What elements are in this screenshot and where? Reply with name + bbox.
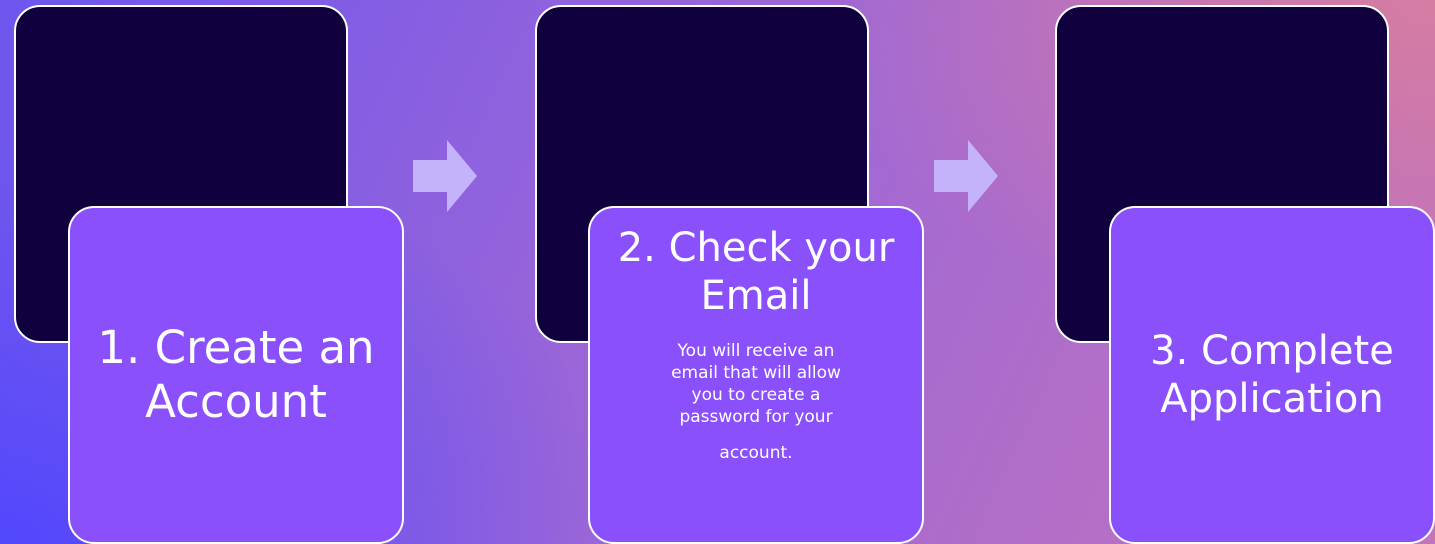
right-arrow-icon xyxy=(413,140,477,212)
step-2-description: You will receive an email that will allo… xyxy=(662,340,850,464)
step-1-card: 1. Create an Account xyxy=(68,206,404,544)
step-2-description-tail: account. xyxy=(719,443,793,464)
step-2-title: 2. Check your Email xyxy=(617,225,895,319)
step-2-description-main: You will receive an email that will allo… xyxy=(671,341,841,428)
step-2-card: 2. Check your Email You will receive an … xyxy=(588,206,924,544)
step-1-title: 1. Create an Account xyxy=(97,321,375,428)
step-3-card: 3. Complete Application xyxy=(1109,206,1435,544)
right-arrow-icon xyxy=(934,140,998,212)
step-3-title: 3. Complete Application xyxy=(1150,328,1394,422)
